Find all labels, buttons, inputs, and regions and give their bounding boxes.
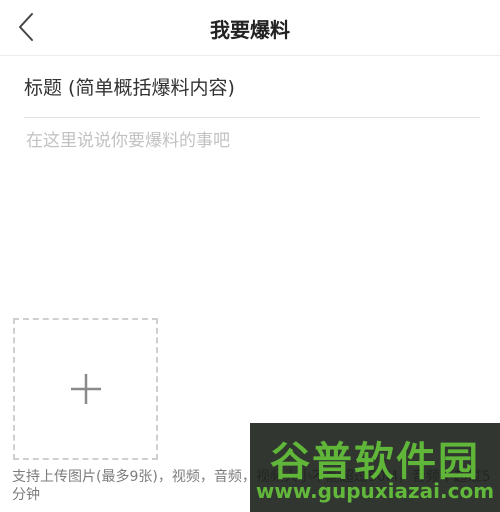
field-divider [24, 117, 480, 118]
nav-bar: 我要爆料 [0, 0, 500, 56]
upload-media-button[interactable] [13, 318, 158, 460]
report-page: 我要爆料 标题 (简单概括爆料内容) 在这里说说你要爆料的事吧 支持上传图片(最… [0, 0, 500, 512]
watermark-logo: 谷普软件园 www.gupuxiazai.com [250, 423, 500, 512]
page-title: 我要爆料 [210, 18, 290, 42]
title-input[interactable]: 标题 (简单概括爆料内容) [24, 74, 480, 106]
plus-icon [70, 374, 101, 404]
content-textarea[interactable]: 在这里说说你要爆料的事吧 [26, 128, 476, 288]
watermark-url: www.gupuxiazai.com [255, 479, 495, 503]
